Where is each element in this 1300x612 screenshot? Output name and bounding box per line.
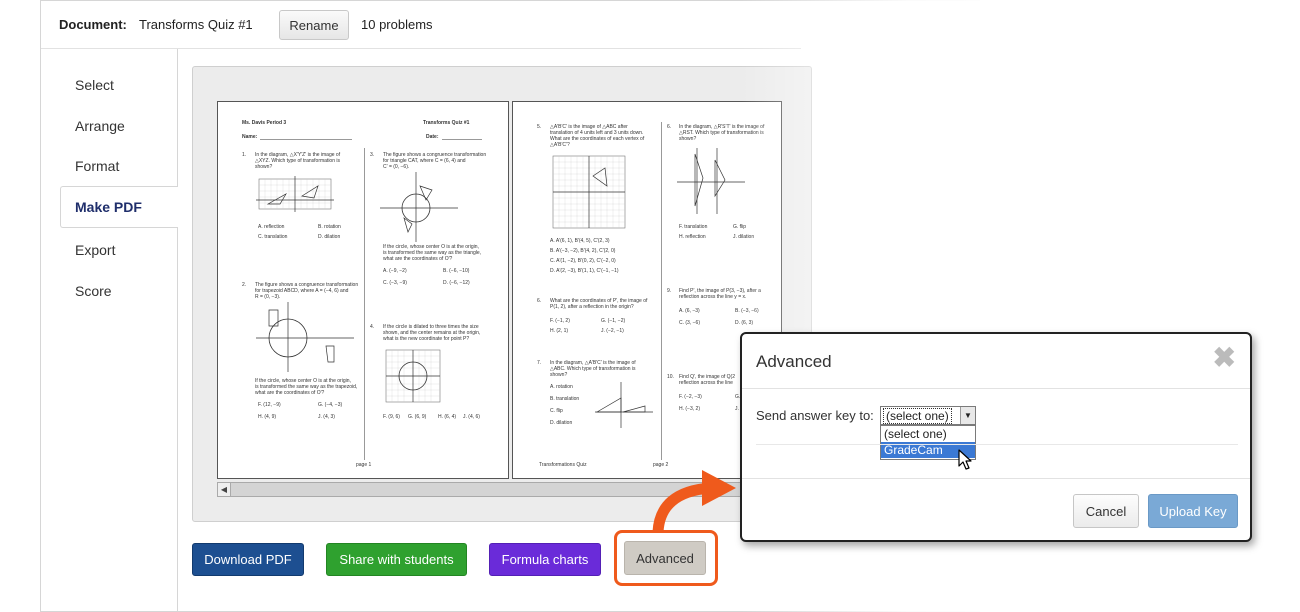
q5-diagram — [552, 155, 626, 229]
page-footer: page 1 — [356, 462, 372, 468]
dialog-divider — [756, 444, 1238, 445]
select-value: (select one) — [883, 408, 952, 424]
rename-button[interactable]: Rename — [279, 10, 349, 40]
page-footer-title: Transformations Quiz — [539, 462, 587, 468]
date-label: Date: — [426, 134, 439, 140]
answer-key-destination-select[interactable]: (select one) ▼ — [880, 406, 976, 425]
q2-diagram — [256, 302, 354, 372]
download-pdf-button[interactable]: Download PDF — [192, 543, 304, 576]
sidebar-divider — [177, 49, 178, 187]
sidebar-item-score[interactable]: Score — [75, 283, 112, 299]
teacher-name: Ms. Davis Period 3 — [242, 120, 287, 126]
curved-arrow-annotation — [652, 470, 736, 533]
q6-diagram — [677, 148, 745, 214]
q1-diagram — [256, 176, 334, 212]
q8-diagram — [595, 382, 653, 428]
option-select-one[interactable]: (select one) — [881, 426, 975, 442]
share-with-students-button[interactable]: Share with students — [326, 543, 467, 576]
cancel-button[interactable]: Cancel — [1073, 494, 1139, 528]
sidebar-divider — [177, 227, 178, 612]
header-divider — [41, 48, 801, 49]
sidebar-item-format[interactable]: Format — [75, 158, 119, 174]
q4-diagram — [385, 349, 441, 403]
upload-key-button[interactable]: Upload Key — [1148, 494, 1238, 528]
dropdown-arrow-icon[interactable]: ▼ — [960, 407, 975, 424]
name-label: Name: — [242, 134, 258, 140]
close-icon[interactable]: ✖ — [1213, 344, 1236, 372]
document-label: Document: — [59, 17, 127, 32]
sidebar-item-export[interactable]: Export — [75, 242, 115, 258]
dialog-divider — [742, 478, 1250, 479]
q3-diagram — [380, 172, 458, 242]
pdf-page-1: Ms. Davis Period 3 Transforms Quiz #1 Na… — [217, 101, 509, 479]
sidebar-item-select[interactable]: Select — [75, 77, 114, 93]
formula-charts-button[interactable]: Formula charts — [489, 543, 601, 576]
document-name: Transforms Quiz #1 — [139, 17, 253, 32]
send-answer-key-label: Send answer key to: — [756, 408, 874, 423]
sidebar-item-arrange[interactable]: Arrange — [75, 118, 125, 134]
quiz-title: Transforms Quiz #1 — [423, 120, 470, 126]
sidebar-item-label: Make PDF — [75, 199, 142, 215]
problem-count: 10 problems — [361, 17, 433, 32]
scroll-left-icon[interactable]: ◀ — [218, 483, 231, 496]
sidebar-item-make-pdf[interactable]: Make PDF — [60, 186, 178, 228]
advanced-dialog: Advanced ✖ Send answer key to: (select o… — [740, 332, 1252, 542]
dialog-divider — [742, 388, 1250, 389]
mouse-pointer-icon — [958, 449, 972, 470]
dialog-title: Advanced — [756, 352, 832, 371]
